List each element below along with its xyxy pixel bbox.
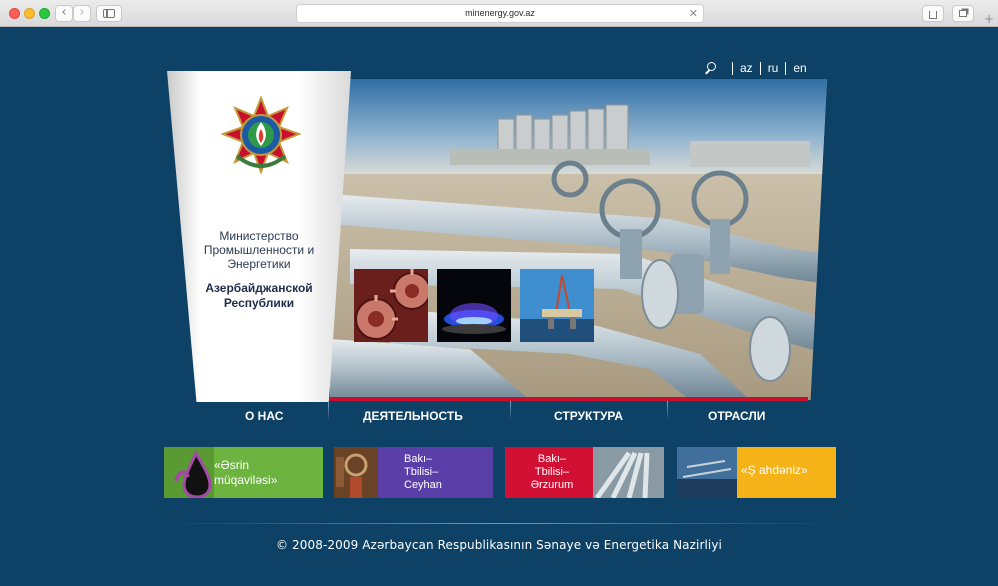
back-button[interactable]: ‹ xyxy=(55,5,73,22)
footer-copyright: © 2008-2009 Azərbaycan Respublikasının S… xyxy=(276,538,722,552)
nav-item-about[interactable]: О НАС xyxy=(245,409,283,423)
ministry-name: Министерство Промышленности и Энергетики xyxy=(203,229,315,271)
gears-thumbnail[interactable] xyxy=(354,269,428,342)
tabs-icon xyxy=(959,10,967,17)
share-button[interactable] xyxy=(922,5,944,22)
browser-toolbar: ‹ › minenergy.gov.az ✕ + xyxy=(0,0,998,27)
banner-text: «Ş ahdəniz» xyxy=(741,463,808,477)
address-bar[interactable]: minenergy.gov.az ✕ xyxy=(296,4,704,23)
footer-divider xyxy=(165,523,835,524)
forward-icon: › xyxy=(79,5,85,20)
share-icon xyxy=(929,11,937,19)
sidebar-button[interactable] xyxy=(96,5,122,22)
sidebar-icon xyxy=(103,9,115,18)
nav-separator xyxy=(667,401,668,421)
oil-platform-thumbnail[interactable] xyxy=(520,269,594,342)
search-icon[interactable] xyxy=(704,61,717,75)
nav-item-activity[interactable]: ДЕЯТЕЛЬНОСТЬ xyxy=(363,409,463,423)
nav-separator xyxy=(328,401,329,421)
nav-item-structure[interactable]: СТРУКТУРА xyxy=(554,409,623,423)
gas-flame-thumbnail[interactable] xyxy=(437,269,511,342)
back-icon: ‹ xyxy=(61,5,67,20)
ministry-logo-panel[interactable]: Министерство Промышленности и Энергетики… xyxy=(167,71,351,402)
tabs-button[interactable] xyxy=(952,5,974,22)
language-bar: az ru en xyxy=(704,60,814,76)
pipeline-facility-photo xyxy=(330,79,827,400)
state-emblem-icon xyxy=(221,96,301,175)
forward-button[interactable]: › xyxy=(73,5,91,22)
hero-thumbnails xyxy=(354,269,594,342)
banner-contract-of-century[interactable]: «Əsrin müqaviləsi» xyxy=(164,447,323,498)
url-text: minenergy.gov.az xyxy=(465,8,535,18)
nav-separator xyxy=(510,401,511,421)
republic-name: Азербайджанской Республики xyxy=(205,281,313,310)
lang-az[interactable]: az xyxy=(732,61,760,75)
banner-btz-pipeline[interactable]: Bakı– Tbilisi– Ərzurum xyxy=(505,447,664,498)
zoom-window-button[interactable] xyxy=(39,8,50,19)
banner-shah-deniz[interactable]: «Ş ahdəniz» xyxy=(677,447,836,498)
banner-text: Bakı– Tbilisi– Ərzurum xyxy=(530,453,574,491)
minimize-window-button[interactable] xyxy=(24,8,35,19)
lang-ru[interactable]: ru xyxy=(759,61,786,75)
close-icon[interactable]: ✕ xyxy=(689,5,698,22)
close-window-button[interactable] xyxy=(9,8,20,19)
banner-btc-pipeline[interactable]: Bakı– Tbilisi– Ceyhan xyxy=(334,447,493,498)
banner-text: «Əsrin müqaviləsi» xyxy=(214,458,278,487)
nav-item-sectors[interactable]: ОТРАСЛИ xyxy=(708,409,765,423)
plus-icon[interactable]: + xyxy=(984,12,994,26)
banner-text: Bakı– Tbilisi– Ceyhan xyxy=(404,453,442,491)
hero-image xyxy=(330,79,827,400)
lang-en[interactable]: en xyxy=(785,61,813,75)
hero-accent-bar xyxy=(330,397,808,401)
